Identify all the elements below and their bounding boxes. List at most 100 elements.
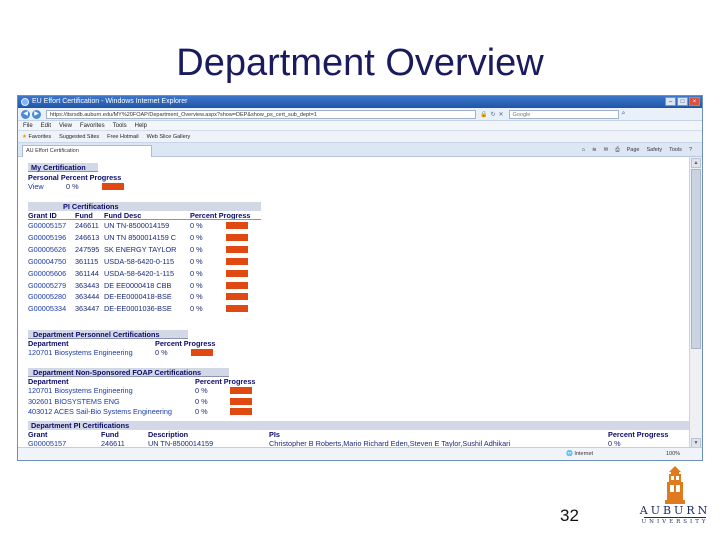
pi-percent: 0 % bbox=[190, 244, 203, 254]
fav-suggested-sites[interactable]: Suggested Sites bbox=[59, 131, 99, 142]
pi-fund-desc: UN TN-8500014159 bbox=[104, 221, 170, 230]
vertical-scrollbar[interactable]: ▲ ▼ bbox=[689, 157, 702, 449]
close-button[interactable]: × bbox=[689, 97, 700, 106]
menu-view[interactable]: View bbox=[59, 121, 72, 130]
fav-free-hotmail[interactable]: Free Hotmail bbox=[107, 131, 138, 142]
pi-grant-link[interactable]: G00005279 bbox=[28, 281, 66, 290]
pi-fund: 246613 bbox=[75, 232, 100, 242]
menu-favorites[interactable]: Favorites bbox=[80, 121, 105, 130]
pi-grant-link[interactable]: G00005196 bbox=[28, 233, 66, 242]
pi-grant-link[interactable]: G00005626 bbox=[28, 245, 66, 254]
progress-bar bbox=[226, 233, 248, 241]
refresh-icon[interactable]: ↻ bbox=[490, 111, 495, 118]
logo-sub: UNIVERSITY bbox=[641, 519, 709, 525]
ie-logo-icon bbox=[21, 98, 29, 106]
pi-fund: 361115 bbox=[75, 256, 99, 266]
search-input[interactable]: Google bbox=[508, 109, 619, 119]
progress-bar bbox=[102, 183, 124, 190]
dept-personnel-header: Department Personnel Certifications bbox=[28, 330, 188, 339]
maximize-button[interactable]: □ bbox=[677, 97, 688, 106]
progress-bar bbox=[230, 397, 252, 405]
col-department: Department bbox=[28, 377, 69, 386]
pi-grant-link[interactable]: G00005157 bbox=[28, 221, 66, 230]
progress-bar bbox=[230, 408, 252, 415]
pi-grant-link[interactable]: G00005606 bbox=[28, 269, 66, 278]
pi-fund-desc: DE EE0000418 CBB bbox=[104, 280, 172, 290]
progress-bar bbox=[226, 269, 248, 277]
window-titlebar: EU Effort Certification - Windows Intern… bbox=[18, 96, 702, 108]
minimize-button[interactable]: – bbox=[665, 97, 676, 106]
zoom-level[interactable]: 100% bbox=[666, 448, 680, 460]
pi-fund: 246611 bbox=[75, 221, 99, 230]
menu-edit[interactable]: Edit bbox=[41, 121, 51, 130]
fav-web-slice-gallery[interactable]: Web Slice Gallery bbox=[147, 131, 191, 142]
personal-percent: 0 % bbox=[66, 182, 79, 191]
feeds-icon[interactable]: ≋ bbox=[592, 145, 597, 155]
pi-grant-link[interactable]: G00005280 bbox=[28, 292, 66, 301]
page-content: My Certification Personal Percent Progre… bbox=[18, 157, 690, 449]
pi-grant-link[interactable]: G00004750 bbox=[28, 257, 66, 266]
window-title: EU Effort Certification - Windows Intern… bbox=[32, 98, 188, 105]
tower-icon bbox=[665, 466, 685, 504]
col-percent-progress: Percent Progress bbox=[155, 339, 216, 348]
lock-icon[interactable]: 🔒 bbox=[480, 111, 487, 118]
pi-fund-desc: USDA-58-6420-1-115 bbox=[104, 268, 175, 278]
tab-au-effort-certification[interactable]: AU Effort Certification bbox=[22, 145, 152, 157]
menu-help[interactable]: Help bbox=[135, 121, 147, 130]
scroll-thumb[interactable] bbox=[691, 169, 701, 349]
page-number: 32 bbox=[560, 506, 579, 525]
logo-name: AUBURN bbox=[639, 504, 711, 517]
pi-percent: 0 % bbox=[190, 268, 203, 278]
progress-bar bbox=[226, 245, 248, 253]
slide-title: Department Overview bbox=[176, 42, 544, 84]
favorites-button[interactable]: Favorites bbox=[28, 134, 51, 140]
col-department: Department bbox=[28, 339, 69, 348]
menu-file[interactable]: File bbox=[23, 121, 33, 130]
pi-percent: 0 % bbox=[190, 256, 203, 266]
dept-personnel-link[interactable]: 120701 Biosystems Engineering bbox=[28, 348, 133, 357]
header-divider bbox=[28, 219, 261, 220]
url-input[interactable]: https://itsrsdb.auburn.edu/MY%20FOAP/Dep… bbox=[46, 109, 476, 119]
dept-pi-header: Department PI Certifications bbox=[28, 421, 690, 430]
scroll-up-icon[interactable]: ▲ bbox=[691, 158, 701, 168]
progress-bar bbox=[191, 349, 213, 356]
non-sponsored-dept-link[interactable]: 403012 ACES Sail-Bio Systems Engineering bbox=[28, 407, 172, 416]
progress-bar bbox=[230, 387, 252, 394]
pi-fund-desc: UN TN 8500014159 C bbox=[104, 232, 177, 242]
dept-personnel-percent: 0 % bbox=[155, 348, 168, 357]
dept-non-sponsored-header: Department Non-Sponsored FOAP Certificat… bbox=[28, 368, 229, 377]
back-icon[interactable]: ◀ bbox=[21, 109, 30, 119]
pi-percent: 0 % bbox=[190, 221, 203, 230]
my-certification-header: My Certification bbox=[28, 163, 98, 172]
pi-fund-desc: USDA-58-6420-0-115 bbox=[104, 256, 175, 266]
page-menu[interactable]: Page bbox=[627, 145, 640, 155]
col-percent-progress: Percent Progress bbox=[195, 377, 256, 386]
menu-tools[interactable]: Tools bbox=[113, 121, 127, 130]
status-bar: 🌐 Internet 100% bbox=[18, 447, 702, 460]
col-personal-percent-progress: Personal Percent Progress bbox=[28, 173, 122, 182]
pi-fund-desc: DE-EE0000418-BSE bbox=[104, 292, 172, 302]
print-icon[interactable]: ⎙ bbox=[615, 145, 619, 155]
pi-fund-desc: SK ENERGY TAYLOR bbox=[104, 244, 177, 254]
forward-icon[interactable]: ▶ bbox=[32, 109, 41, 119]
pi-fund: 363444 bbox=[75, 292, 100, 302]
pi-fund: 363443 bbox=[75, 280, 100, 290]
non-sponsored-percent: 0 % bbox=[195, 407, 208, 416]
safety-menu[interactable]: Safety bbox=[647, 145, 663, 155]
col-fund: Fund bbox=[101, 430, 119, 439]
favorites-bar: ★ Favorites Suggested Sites Free Hotmail… bbox=[18, 131, 702, 143]
help-icon[interactable]: ? bbox=[689, 145, 692, 155]
non-sponsored-percent: 0 % bbox=[195, 386, 208, 395]
view-link[interactable]: View bbox=[28, 182, 44, 191]
mail-icon[interactable]: ✉ bbox=[604, 145, 609, 155]
non-sponsored-dept-link[interactable]: 302601 BIOSYSTEMS ENG bbox=[28, 397, 120, 406]
pi-percent: 0 % bbox=[190, 232, 203, 242]
non-sponsored-dept-link[interactable]: 120701 Biosystems Engineering bbox=[28, 386, 133, 395]
pi-grant-link[interactable]: G00005334 bbox=[28, 304, 66, 313]
progress-bar bbox=[226, 281, 248, 289]
search-icon[interactable]: ⌕ bbox=[622, 110, 626, 118]
stop-icon[interactable]: ✕ bbox=[499, 111, 504, 118]
pi-fund-desc: DE-EE0001036-BSE bbox=[104, 304, 172, 314]
home-icon[interactable]: ⌂ bbox=[582, 145, 585, 155]
tools-menu[interactable]: Tools bbox=[669, 145, 682, 155]
